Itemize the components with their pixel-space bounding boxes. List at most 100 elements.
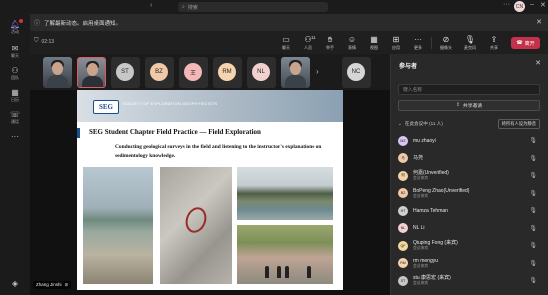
toolbar-label: 人员	[304, 45, 312, 50]
photo-rock-closeup	[160, 167, 232, 284]
close-banner-icon[interactable]: ✕	[536, 18, 542, 26]
participant-name: Hamza Tehman	[413, 207, 448, 214]
share-invite-label: 共享邀请	[462, 104, 483, 109]
shield-icon: ⛉	[34, 38, 39, 44]
app-rail: 🔔︎ 活动 ✉ 聊天 ⚇ 团队 ▦ 日历 ☏ 通话 ··· ◈	[0, 14, 30, 295]
seg-logo: SEG	[93, 100, 119, 114]
view-icon: ▦	[370, 35, 378, 44]
rail-label: 聊天	[11, 53, 19, 58]
participant-avatar-tile[interactable]: BZ	[145, 57, 174, 88]
toolbar-camera-button[interactable]: ⊘ 摄像头	[436, 34, 456, 51]
toolbar-people-button[interactable]: ⚇ 11 人员	[298, 34, 318, 51]
toolbar-raise-hand-button[interactable]: ✋︎ 举手	[320, 34, 340, 51]
apps-icon: ⊞	[392, 35, 400, 44]
share-invite-button[interactable]: ⇪ 共享邀请	[398, 100, 540, 111]
list-item[interactable]: HT Hamza Tehman 🎙︎	[398, 202, 540, 220]
toolbar-chat-button[interactable]: ▭ 聊天	[276, 34, 296, 51]
toolbar-view-button[interactable]: ▦ 视图	[364, 34, 384, 51]
toolbar-label: 共享	[490, 45, 498, 50]
back-icon[interactable]: ‹	[150, 2, 152, 9]
mic-off-icon[interactable]: 🎙︎	[529, 207, 537, 214]
list-item[interactable]: ST stu 康思宏 (来宾) 会议来宾 🎙︎	[398, 272, 540, 290]
search-icon: ⌕	[182, 4, 185, 10]
mic-off-icon[interactable]: 🎙︎	[529, 242, 537, 249]
toolbar-label: 表情	[348, 45, 356, 50]
list-item[interactable]: RM rm mengyu 会议来宾 🎙︎	[398, 255, 540, 273]
toolbar-label: 摄像头	[440, 45, 452, 50]
participant-avatar-tile[interactable]: NL	[247, 57, 276, 88]
rail-label: 通话	[11, 119, 19, 124]
rail-item-calls[interactable]: ☏ 通话	[0, 110, 30, 125]
toolbar-divider	[431, 37, 432, 49]
meeting-toolbar: ⛉ 02:13 ▭ 聊天 ⚇ 11 人员 ✋︎ 举手 ☺ 表情 ▦ 视图 ⊞ 应…	[30, 31, 548, 54]
participant-name: mu zhaoyi	[413, 137, 436, 144]
people-count: 11	[311, 35, 316, 40]
mute-all-button[interactable]: 将所有人设为静音	[497, 119, 540, 129]
search-input[interactable]: ⌕ 搜索	[178, 2, 328, 12]
in-meeting-section[interactable]: ⌄ 在此会议中 (11 人) 将所有人设为静音	[398, 119, 540, 129]
section-label: 在此会议中 (11 人)	[404, 120, 443, 126]
mic-off-icon[interactable]: 🎙︎	[529, 190, 537, 197]
calendar-icon: ▦	[11, 88, 19, 97]
chevron-right-icon[interactable]: ›	[316, 67, 319, 76]
participant-video-tile[interactable]	[281, 57, 310, 88]
participant-search-input[interactable]: 键入名称	[398, 84, 540, 95]
close-window-icon[interactable]: ✕	[540, 1, 546, 9]
participant-avatar-tile[interactable]: NC	[342, 57, 371, 88]
mic-off-icon[interactable]: 🎙︎	[529, 225, 537, 232]
banner-text[interactable]: 了解最新动态。启用桌面通知。	[44, 19, 121, 27]
title-bar: ‹ ⌕ 搜索 ··· CN – ✕	[0, 0, 548, 14]
rail-item-chat[interactable]: ✉ 聊天	[0, 44, 30, 59]
photo-field-group	[237, 225, 333, 284]
list-item[interactable]: MZ mu zhaoyi 🎙︎	[398, 132, 540, 150]
toolbar-share-button[interactable]: ⇪ 共享	[484, 34, 504, 51]
leave-button[interactable]: ☎ 离开	[511, 37, 540, 49]
teams-icon: ⚇	[11, 66, 19, 75]
search-placeholder: 搜索	[187, 4, 198, 11]
mic-off-icon[interactable]: 🎙︎	[529, 137, 537, 144]
user-avatar[interactable]: CN	[514, 1, 525, 12]
list-item[interactable]: NL NL Li 🎙︎	[398, 220, 540, 238]
mic-icon: 🎙︎	[464, 35, 476, 44]
toolbar-reaction-button[interactable]: ☺ 表情	[342, 34, 362, 51]
rail-item-teams[interactable]: ⚇ 团队	[0, 66, 30, 81]
toolbar-apps-button[interactable]: ⊞ 应用	[386, 34, 406, 51]
close-icon[interactable]: ✕	[535, 59, 541, 67]
society-name: SOCIETY OF EXPLORATION GEOPHYSICISTS	[123, 101, 218, 106]
share-icon: ⇪	[455, 103, 460, 108]
avatar: NL	[252, 63, 270, 81]
mic-off-icon[interactable]: 🎙︎	[529, 172, 537, 179]
participant-avatar-tile[interactable]: RM	[213, 57, 242, 88]
rail-item-apps[interactable]: ◈	[0, 279, 30, 288]
minimize-icon[interactable]: –	[530, 1, 534, 8]
participant-video	[78, 58, 105, 87]
teams-meeting-window: ‹ ⌕ 搜索 ··· CN – ✕ 🔔︎ 活动 ✉ 聊天 ⚇ 团队 ▦ 日历 ☏	[0, 0, 548, 295]
panel-title: 参与者	[399, 64, 418, 70]
avatar: BZ	[150, 63, 168, 81]
mic-off-icon[interactable]: 🎙︎	[529, 260, 537, 267]
toolbar-mic-button[interactable]: 🎙︎ 麦克风	[460, 34, 480, 51]
list-item[interactable]: 何 何嘉(Unverified) 会议来宾 🎙︎	[398, 167, 540, 185]
rail-item-calendar[interactable]: ▦ 日历	[0, 88, 30, 103]
mic-off-icon[interactable]: 🎙︎	[529, 277, 537, 284]
presenter-name-tag: Zhang Jinshi ⊘	[33, 281, 72, 289]
participant-video-tile[interactable]	[77, 57, 106, 88]
list-item[interactable]: BZ BoPeng Zhao(Unverified) 会议来宾 🎙︎	[398, 185, 540, 203]
slide-body-text: Conducting geological surveys in the fie…	[115, 144, 322, 159]
rail-item-more[interactable]: ···	[0, 132, 30, 141]
participant-avatar-tile[interactable]: ST	[111, 57, 140, 88]
toolbar-more-button[interactable]: ··· 更多	[408, 34, 428, 51]
more-icon[interactable]: ···	[503, 1, 510, 8]
participant-video-tile[interactable]	[43, 57, 72, 88]
list-item[interactable]: 马 马尧 🎙︎	[398, 150, 540, 168]
more-icon: ···	[414, 35, 422, 44]
list-item[interactable]: QF Qiuping Fong (来宾) 会议来宾 🎙︎	[398, 237, 540, 255]
rail-item-activity[interactable]: 🔔︎ 活动	[0, 19, 30, 35]
avatar: ST	[116, 63, 134, 81]
toolbar-label: 更多	[414, 45, 422, 50]
mic-off-icon[interactable]: 🎙︎	[529, 155, 537, 162]
slide-header: SEG SOCIETY OF EXPLORATION GEOPHYSICISTS	[77, 90, 343, 122]
toolbar-label: 视图	[370, 45, 378, 50]
toolbar-label: 举手	[326, 45, 334, 50]
participant-avatar-tile[interactable]: 王	[179, 57, 208, 88]
